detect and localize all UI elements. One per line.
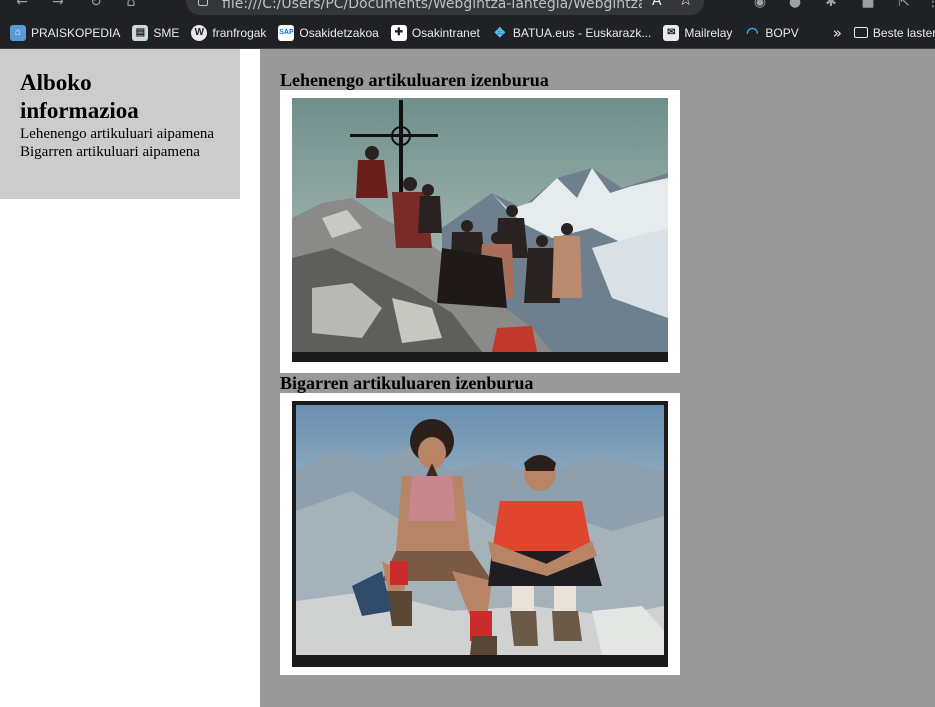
bookmark-label: PRAISKOPEDIA <box>31 25 121 40</box>
address-url[interactable]: file:///C:/Users/PC/Documents/Webgintza-… <box>222 0 642 12</box>
main-content: Lehenengo artikuluaren izenburua Bigarre… <box>260 49 935 707</box>
batua-icon: ✥ <box>494 24 506 40</box>
address-bar[interactable]: file:///C:/Users/PC/Documents/Webgintza-… <box>186 0 704 15</box>
sidebar-item-second-article: Bigarren artikuluari aipamena <box>20 144 200 160</box>
bookmark-osakintranet[interactable]: ✚ Osakintranet <box>390 24 480 41</box>
bookmark-sme[interactable]: ▤ SME <box>132 24 180 41</box>
bookmark-osakidetzakoa[interactable]: SAP Osakidetzakoa <box>278 24 379 41</box>
other-bookmarks-folder[interactable]: Beste laster-marka <box>853 25 935 40</box>
article-title-second: Bigarren artikuluaren izenburua <box>280 373 534 393</box>
sidebar: Alboko informazioa Lehenengo artikuluari… <box>0 49 240 199</box>
bookmark-label: Osakidetzakoa <box>299 25 379 40</box>
profile-extension-icon[interactable]: ● <box>787 0 803 10</box>
two-climbers-summit-photo <box>292 401 668 667</box>
bookmark-bopv[interactable]: ◠ BOPV <box>744 24 799 41</box>
article-image-second <box>280 393 680 675</box>
browser-toolbar: ← → ↻ ⌂ file:///C:/Users/PC/Documents/We… <box>0 0 935 17</box>
extension-square-icon[interactable]: ■ <box>860 0 876 10</box>
article-image-first <box>280 90 680 373</box>
bookmark-batua[interactable]: ✥ BATUA.eus - Euskarazk... <box>492 24 652 41</box>
sme-icon: ▤ <box>132 24 149 41</box>
mountain-summit-group-photo <box>292 98 668 362</box>
settings-gear-icon[interactable]: ✱ <box>823 0 839 10</box>
bookmarks-overflow-button[interactable]: » <box>833 24 842 42</box>
bopv-icon: ◠ <box>746 24 759 40</box>
folder-icon <box>853 27 868 38</box>
reload-icon[interactable]: ↻ <box>88 0 104 10</box>
bookmark-label: BOPV <box>765 25 799 40</box>
sidebar-list: Lehenengo artikuluari aipamena Bigarren … <box>20 125 225 161</box>
bookmark-mailrelay[interactable]: ✉ Mailrelay <box>663 24 733 41</box>
bookmarks-bar: ⌂ PRAISKOPEDIA ▤ SME W franfrogak SAP Os… <box>0 17 935 49</box>
forward-icon[interactable]: → <box>50 0 66 10</box>
share-icon[interactable]: ⇱ <box>896 0 912 10</box>
bookmark-label: BATUA.eus - Euskarazk... <box>512 25 652 40</box>
osakintranet-icon: ✚ <box>390 24 407 41</box>
read-aloud-icon[interactable]: A <box>652 0 662 9</box>
praiskopedia-icon: ⌂ <box>10 24 26 41</box>
other-bookmarks-label: Beste laster-marka <box>872 25 935 40</box>
sap-icon: SAP <box>278 24 295 41</box>
sidebar-title: Alboko informazioa <box>20 70 139 123</box>
back-icon[interactable]: ← <box>14 0 30 10</box>
bookmark-praiskopedia[interactable]: ⌂ PRAISKOPEDIA <box>10 24 121 41</box>
menu-icon[interactable]: ⋮ <box>925 0 935 10</box>
bookmark-label: Osakintranet <box>411 25 480 40</box>
bookmark-label: SME <box>153 25 180 40</box>
bookmark-label: franfrogak <box>212 25 267 40</box>
bookmark-franfrogak[interactable]: W franfrogak <box>191 24 267 41</box>
article-title-first: Lehenengo artikuluaren izenburua <box>280 70 549 90</box>
extension-icon[interactable]: ◉ <box>752 0 768 10</box>
home-icon[interactable]: ⌂ <box>123 0 139 10</box>
mail-icon: ✉ <box>663 24 680 41</box>
bookmark-star-icon[interactable]: ☆ <box>678 0 693 10</box>
sidebar-item-first-article: Lehenengo artikuluari aipamena <box>20 126 215 142</box>
wordpress-icon: W <box>191 24 208 41</box>
bookmark-label: Mailrelay <box>684 25 733 40</box>
file-icon <box>198 0 208 6</box>
